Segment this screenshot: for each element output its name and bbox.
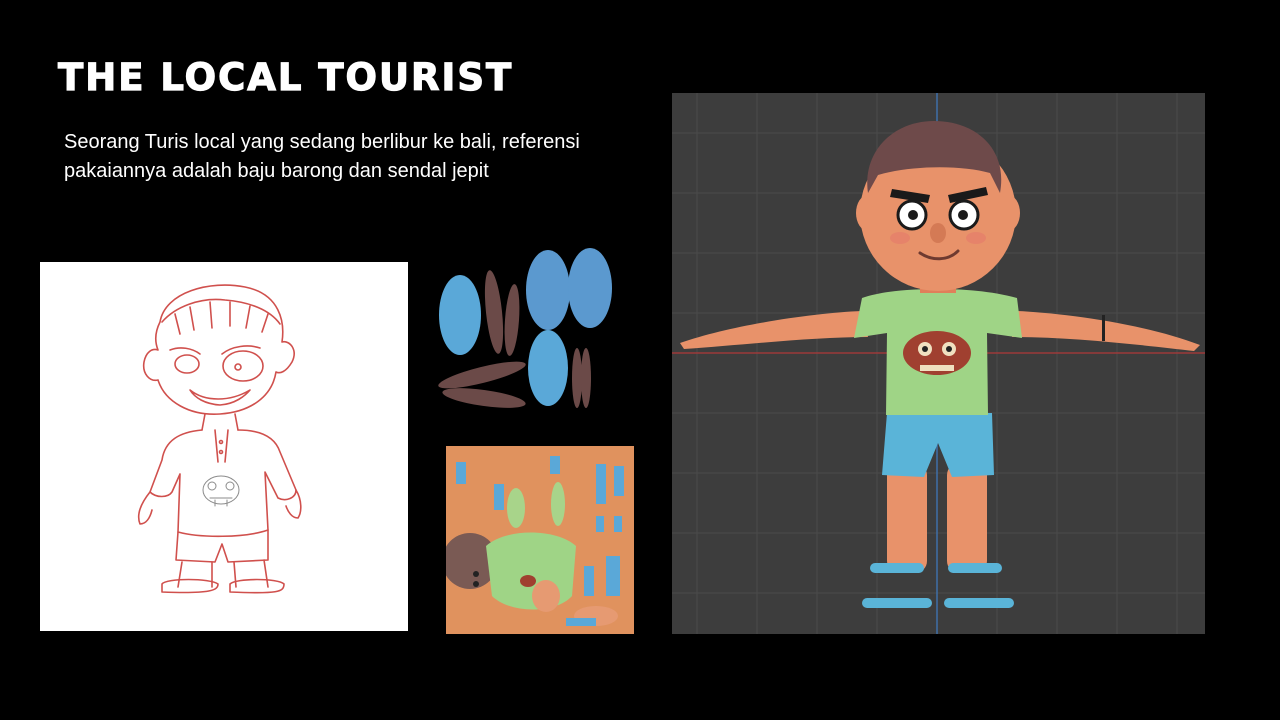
3d-model-t-pose-render: [672, 93, 1205, 634]
texture-atlas-map: [446, 446, 634, 634]
uv-island-layout: [438, 248, 612, 408]
uv-islands-image: [432, 240, 622, 415]
slide-title: THE LOCAL TOURIST: [57, 55, 514, 99]
character-sketch-image: [40, 262, 408, 631]
3d-viewport-render: [672, 93, 1205, 634]
character-sketch-illustration: [137, 284, 302, 594]
slide-description: Seorang Turis local yang sedang berlibur…: [64, 131, 580, 182]
texture-atlas-image: [446, 446, 634, 634]
